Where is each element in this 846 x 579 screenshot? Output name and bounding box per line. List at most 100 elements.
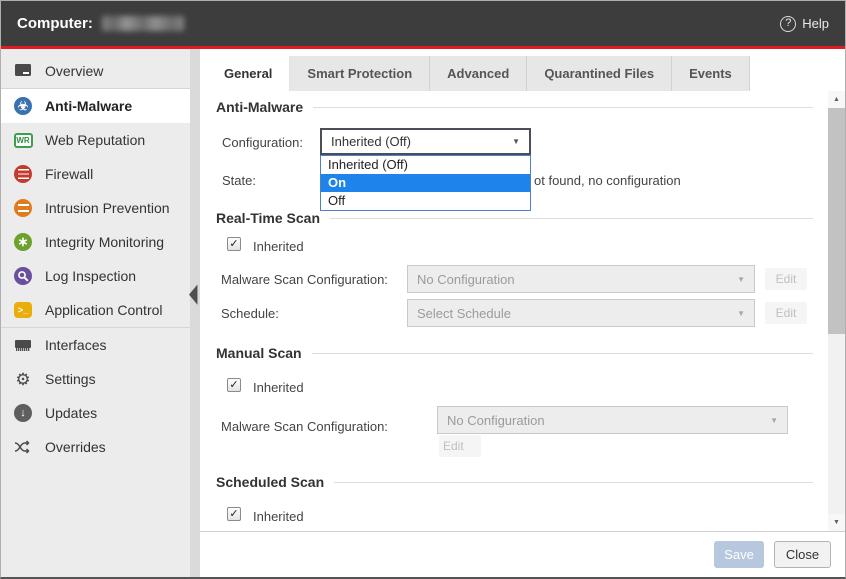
section-rule xyxy=(334,482,813,483)
tab-quarantined-files[interactable]: Quarantined Files xyxy=(527,56,672,91)
sidebar-item-overrides[interactable]: Overrides xyxy=(1,430,190,464)
section-title: Scheduled Scan xyxy=(216,474,324,490)
rts-schedule-value: Select Schedule xyxy=(417,306,511,321)
sidebar-item-application-control[interactable]: >_ Application Control xyxy=(1,293,190,327)
manual-inherited-label: Inherited xyxy=(253,380,304,395)
chevron-down-icon: ▼ xyxy=(770,416,778,425)
tab-events[interactable]: Events xyxy=(672,56,750,91)
anti-malware-icon: ☣ xyxy=(14,97,32,115)
sidebar-item-label: Application Control xyxy=(45,302,163,318)
sidebar-item-interfaces[interactable]: Interfaces xyxy=(1,328,190,362)
web-reputation-icon: WR xyxy=(14,133,33,148)
updates-icon: ↓ xyxy=(14,404,32,422)
dropdown-option-inherited-off[interactable]: Inherited (Off) xyxy=(321,156,530,174)
section-title: Manual Scan xyxy=(216,345,302,361)
settings-gear-icon: ⚙ xyxy=(15,371,30,388)
manual-malware-scan-config-label: Malware Scan Configuration: xyxy=(221,419,388,434)
scroll-down-icon: ▼ xyxy=(833,519,840,526)
state-value: ot found, no configuration xyxy=(534,173,681,188)
chevron-down-icon: ▼ xyxy=(737,275,745,284)
dropdown-option-on[interactable]: On xyxy=(321,174,530,192)
integrity-monitoring-icon: ∗ xyxy=(14,233,32,251)
save-button[interactable]: Save xyxy=(714,541,764,568)
tab-bar: General Smart Protection Advanced Quaran… xyxy=(200,49,845,91)
chevron-down-icon: ▼ xyxy=(737,309,745,318)
scheduled-inherited-checkbox[interactable]: ✓ xyxy=(227,507,241,521)
rts-schedule-select[interactable]: Select Schedule ▼ xyxy=(407,299,755,327)
rts-schedule-label: Schedule: xyxy=(221,306,279,321)
configuration-dropdown-list: Inherited (Off) On Off xyxy=(320,155,531,211)
section-rule xyxy=(330,218,813,219)
configuration-select[interactable]: Inherited (Off) ▼ xyxy=(320,128,531,155)
chevron-down-icon: ▼ xyxy=(512,137,520,146)
sidebar-item-label: Overview xyxy=(45,63,103,79)
sidebar-item-log-inspection[interactable]: Log Inspection xyxy=(1,259,190,293)
scheduled-inherited-label: Inherited xyxy=(253,509,304,524)
sidebar-item-anti-malware[interactable]: ☣ Anti-Malware xyxy=(1,89,190,123)
sidebar-item-label: Firewall xyxy=(45,166,93,182)
redacted-computer-name xyxy=(102,16,184,31)
sidebar-item-updates[interactable]: ↓ Updates xyxy=(1,396,190,430)
sidebar-item-label: Web Reputation xyxy=(45,132,145,148)
scroll-up-button[interactable]: ▲ xyxy=(828,91,845,108)
intrusion-prevention-icon xyxy=(14,199,32,217)
window-title: Computer: xyxy=(17,15,93,32)
configuration-label: Configuration: xyxy=(222,135,303,150)
footer-bar: Save Close xyxy=(200,531,845,577)
section-rule xyxy=(312,353,813,354)
close-button[interactable]: Close xyxy=(774,541,831,568)
sidebar-item-label: Integrity Monitoring xyxy=(45,234,164,250)
scroll-down-button[interactable]: ▼ xyxy=(828,514,845,531)
manual-malware-scan-config-select[interactable]: No Configuration ▼ xyxy=(437,406,788,434)
section-title: Anti-Malware xyxy=(216,99,303,115)
sidebar-item-label: Interfaces xyxy=(45,337,106,353)
sidebar-item-firewall[interactable]: Firewall xyxy=(1,157,190,191)
check-icon: ✓ xyxy=(229,380,238,391)
tab-advanced[interactable]: Advanced xyxy=(430,56,527,91)
sidebar-collapse-icon[interactable]: ◀ xyxy=(189,282,197,308)
rts-malware-scan-config-edit-button[interactable]: Edit xyxy=(765,268,807,290)
body: Overview ☣ Anti-Malware WR Web Reputatio… xyxy=(1,49,845,577)
interfaces-icon xyxy=(13,338,33,352)
application-control-icon: >_ xyxy=(14,302,32,318)
firewall-icon xyxy=(14,165,32,183)
section-manual-scan-heading: Manual Scan xyxy=(216,345,813,361)
sidebar-collapse-strip: ◀ xyxy=(190,49,200,577)
sidebar-item-label: Anti-Malware xyxy=(45,98,132,114)
configuration-select-value: Inherited (Off) xyxy=(331,134,411,149)
header: Computer: ? Help xyxy=(1,1,845,49)
sidebar-item-settings[interactable]: ⚙ Settings xyxy=(1,362,190,396)
section-scheduled-scan-heading: Scheduled Scan xyxy=(216,474,813,490)
sidebar-item-label: Overrides xyxy=(45,439,106,455)
check-icon: ✓ xyxy=(229,239,238,250)
sidebar-item-label: Settings xyxy=(45,371,96,387)
help-button[interactable]: ? Help xyxy=(780,16,829,32)
rts-inherited-checkbox[interactable]: ✓ xyxy=(227,237,241,251)
main-panel: General Smart Protection Advanced Quaran… xyxy=(200,49,845,577)
rts-malware-scan-config-label: Malware Scan Configuration: xyxy=(221,272,388,287)
help-icon: ? xyxy=(780,16,796,32)
rts-inherited-label: Inherited xyxy=(253,239,304,254)
sidebar-item-intrusion-prevention[interactable]: Intrusion Prevention xyxy=(1,191,190,225)
computer-editor-window: Computer: ? Help Overview ☣ Anti-Malware… xyxy=(0,0,846,579)
state-label: State: xyxy=(222,173,256,188)
tab-general[interactable]: General xyxy=(207,56,290,91)
sidebar-item-integrity-monitoring[interactable]: ∗ Integrity Monitoring xyxy=(1,225,190,259)
sidebar: Overview ☣ Anti-Malware WR Web Reputatio… xyxy=(1,49,190,577)
manual-malware-scan-config-edit-button[interactable]: Edit xyxy=(439,435,481,457)
dropdown-option-off[interactable]: Off xyxy=(321,192,530,210)
rts-schedule-edit-button[interactable]: Edit xyxy=(765,302,807,324)
sidebar-item-web-reputation[interactable]: WR Web Reputation xyxy=(1,123,190,157)
section-real-time-scan-heading: Real-Time Scan xyxy=(216,210,813,226)
section-anti-malware-heading: Anti-Malware xyxy=(216,99,813,115)
sidebar-item-label: Updates xyxy=(45,405,97,421)
tab-smart-protection[interactable]: Smart Protection xyxy=(290,56,430,91)
manual-inherited-checkbox[interactable]: ✓ xyxy=(227,378,241,392)
sidebar-item-label: Log Inspection xyxy=(45,268,136,284)
vertical-scrollbar[interactable]: ▲ ▼ xyxy=(828,91,845,531)
scrollbar-thumb[interactable] xyxy=(828,108,845,334)
rts-malware-scan-config-value: No Configuration xyxy=(417,272,515,287)
sidebar-item-overview[interactable]: Overview xyxy=(1,54,190,88)
rts-malware-scan-config-select[interactable]: No Configuration ▼ xyxy=(407,265,755,293)
scroll-up-icon: ▲ xyxy=(833,96,840,103)
